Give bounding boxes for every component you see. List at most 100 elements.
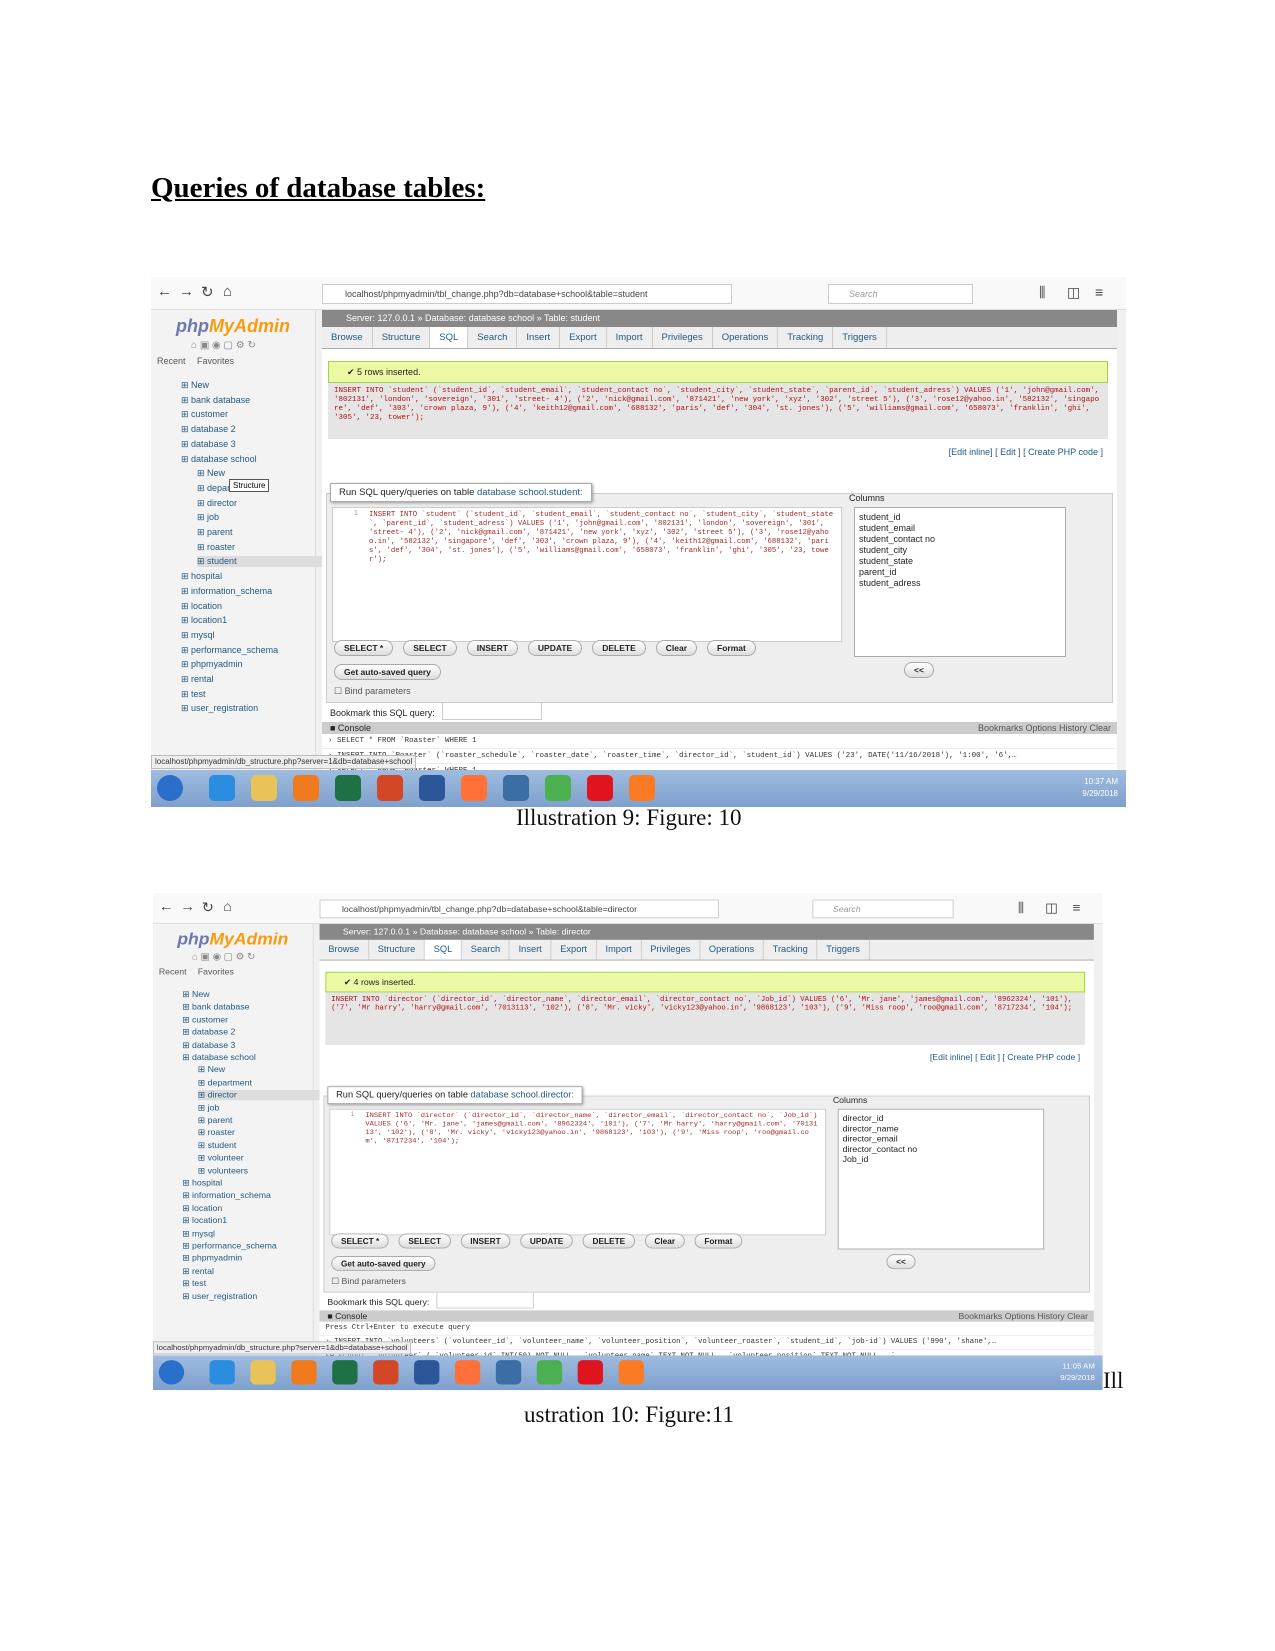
reload-icon[interactable]: ↻ — [202, 899, 214, 916]
get-autosaved-query-button[interactable]: Get auto-saved query — [331, 1256, 436, 1272]
tree-item[interactable]: ⊞ roaster — [198, 1128, 235, 1138]
sql-editor[interactable]: INSERT INTO `director` (`director_id`, `… — [329, 1108, 827, 1236]
tab-triggers[interactable]: Triggers — [833, 327, 887, 348]
button-clear[interactable]: Clear — [644, 1233, 685, 1249]
tree-item[interactable]: ⊞ database school — [182, 1052, 256, 1062]
tree-item[interactable]: ⊞ database 3 — [182, 1040, 235, 1050]
tab-import[interactable]: Import — [597, 939, 642, 960]
tree-item[interactable]: ⊞ location1 — [181, 615, 227, 626]
tree-item[interactable]: ⊞ parent — [197, 527, 233, 538]
bind-parameters-checkbox[interactable]: ☐ Bind parameters — [334, 686, 411, 697]
tree-item[interactable]: ⊞ phpmyadmin — [181, 659, 243, 670]
button-update[interactable]: UPDATE — [527, 640, 583, 656]
sql-editor[interactable]: INSERT INTO `student` (`student_id`, `st… — [332, 507, 842, 642]
button-format[interactable]: Format — [707, 640, 756, 656]
tab-recent[interactable]: Recent — [159, 967, 187, 976]
tree-item[interactable]: ⊞ information_schema — [182, 1191, 271, 1201]
tab-privileges[interactable]: Privileges — [653, 327, 713, 348]
tab-favorites[interactable]: Favorites — [198, 967, 234, 976]
bind-parameters-checkbox[interactable]: ☐ Bind parameters — [331, 1277, 406, 1287]
tree-item[interactable]: ⊞ performance_schema — [182, 1241, 277, 1251]
menu-icon[interactable]: ≡ — [1095, 284, 1103, 300]
thunderbird-icon[interactable] — [503, 775, 529, 801]
tab-operations[interactable]: Operations — [713, 327, 779, 348]
button-insert[interactable]: INSERT — [460, 1233, 511, 1249]
table-link[interactable]: database school.student: — [477, 487, 583, 498]
tree-item[interactable]: ⊞ student — [198, 1140, 237, 1150]
tree-item[interactable]: ⊞ customer — [182, 1015, 228, 1025]
column-option[interactable]: student_id — [859, 512, 1061, 523]
file-explorer-icon[interactable] — [250, 1360, 276, 1385]
console-bar[interactable]: ■ Console Bookmarks Options History Clear — [322, 722, 1117, 734]
tree-item[interactable]: ⊞ New — [198, 1065, 225, 1075]
tree-item[interactable]: ⊞ test — [181, 689, 206, 700]
column-option[interactable]: student_city — [859, 545, 1061, 556]
button-select[interactable]: SELECT * — [331, 1233, 389, 1249]
button-select[interactable]: SELECT * — [334, 640, 394, 656]
library-icon[interactable]: ⫼ — [1039, 284, 1045, 301]
home-icon[interactable]: ⌂ — [223, 899, 232, 915]
tree-item[interactable]: ⊞ location — [181, 601, 222, 612]
tree-item[interactable]: ⊞ mysql — [182, 1228, 215, 1238]
search-input[interactable]: Search — [812, 899, 954, 919]
tab-structure[interactable]: Structure — [373, 327, 431, 348]
sidebar-icon[interactable]: ◫ — [1067, 284, 1080, 301]
firefox-icon[interactable] — [454, 1360, 481, 1385]
word-icon[interactable] — [414, 1360, 440, 1385]
xampp-icon[interactable] — [618, 1360, 644, 1385]
tree-item[interactable]: ⊞ location1 — [182, 1216, 227, 1226]
tab-tracking[interactable]: Tracking — [778, 327, 834, 348]
bookmark-input[interactable] — [436, 1291, 534, 1309]
opera-icon[interactable] — [587, 775, 613, 801]
tree-item[interactable]: ⊞ director — [197, 498, 237, 509]
tab-export[interactable]: Export — [560, 327, 607, 348]
tab-search[interactable]: Search — [468, 327, 518, 348]
get-autosaved-query-button[interactable]: Get auto-saved query — [334, 664, 441, 680]
powerpoint-icon[interactable] — [373, 1360, 399, 1385]
tab-insert[interactable]: Insert — [517, 327, 561, 348]
tab-triggers[interactable]: Triggers — [818, 939, 870, 960]
console-links[interactable]: Bookmarks Options History Clear — [958, 1310, 1088, 1321]
button-select[interactable]: SELECT — [398, 1233, 451, 1249]
tab-browse[interactable]: Browse — [320, 939, 369, 960]
column-option[interactable]: student_email — [859, 523, 1061, 534]
home-icon[interactable]: ⌂ — [223, 283, 232, 300]
tab-browse[interactable]: Browse — [322, 327, 373, 348]
forward-icon[interactable]: → — [180, 899, 195, 915]
tree-item[interactable]: ⊞ hospital — [182, 1178, 222, 1188]
insert-column-button[interactable]: << — [886, 1254, 916, 1270]
word-icon[interactable] — [419, 775, 445, 801]
button-select[interactable]: SELECT — [403, 640, 457, 656]
button-delete[interactable]: DELETE — [582, 1233, 635, 1249]
column-option[interactable]: director_contact no — [843, 1144, 1040, 1154]
tree-item[interactable]: ⊞ department — [198, 1078, 252, 1088]
search-input[interactable]: Search — [828, 284, 973, 304]
excel-icon[interactable] — [335, 775, 361, 801]
columns-list[interactable]: student_id student_email student_contact n… — [854, 507, 1066, 657]
tree-item[interactable]: ⊞ volunteers — [198, 1166, 248, 1176]
tab-sql[interactable]: SQL — [430, 327, 469, 348]
thunderbird-icon[interactable] — [495, 1360, 522, 1385]
xampp-icon[interactable] — [629, 775, 655, 801]
tree-item[interactable]: ⊞ hospital — [181, 571, 222, 582]
tree-item[interactable]: ⊞ database school — [181, 454, 257, 465]
bookmark-input[interactable] — [442, 702, 542, 720]
button-format[interactable]: Format — [694, 1233, 743, 1249]
back-icon[interactable]: ← — [157, 283, 172, 300]
library-icon[interactable]: ⫼ — [1018, 900, 1024, 916]
tab-operations[interactable]: Operations — [700, 939, 764, 960]
tab-export[interactable]: Export — [551, 939, 597, 960]
column-option[interactable]: director_id — [843, 1113, 1040, 1123]
tree-item[interactable]: ⊞ job — [198, 1103, 219, 1113]
tree-item[interactable]: ⊞ database 2 — [181, 424, 236, 435]
tab-import[interactable]: Import — [607, 327, 653, 348]
tree-item[interactable]: ⊞ performance_schema — [181, 645, 278, 656]
tree-item[interactable]: ⊞ bank database — [181, 395, 250, 406]
windows-start-icon[interactable] — [157, 775, 183, 801]
tree-item[interactable]: ⊞ mysql — [181, 630, 215, 641]
tree-item[interactable]: ⊞ rental — [181, 674, 214, 685]
internet-explorer-icon[interactable] — [209, 1360, 235, 1385]
edit-links[interactable]: [Edit inline] [ Edit ] [ Create PHP code… — [949, 447, 1103, 457]
tree-item[interactable]: ⊞ phpmyadmin — [182, 1254, 242, 1264]
internet-explorer-icon[interactable] — [209, 775, 235, 801]
